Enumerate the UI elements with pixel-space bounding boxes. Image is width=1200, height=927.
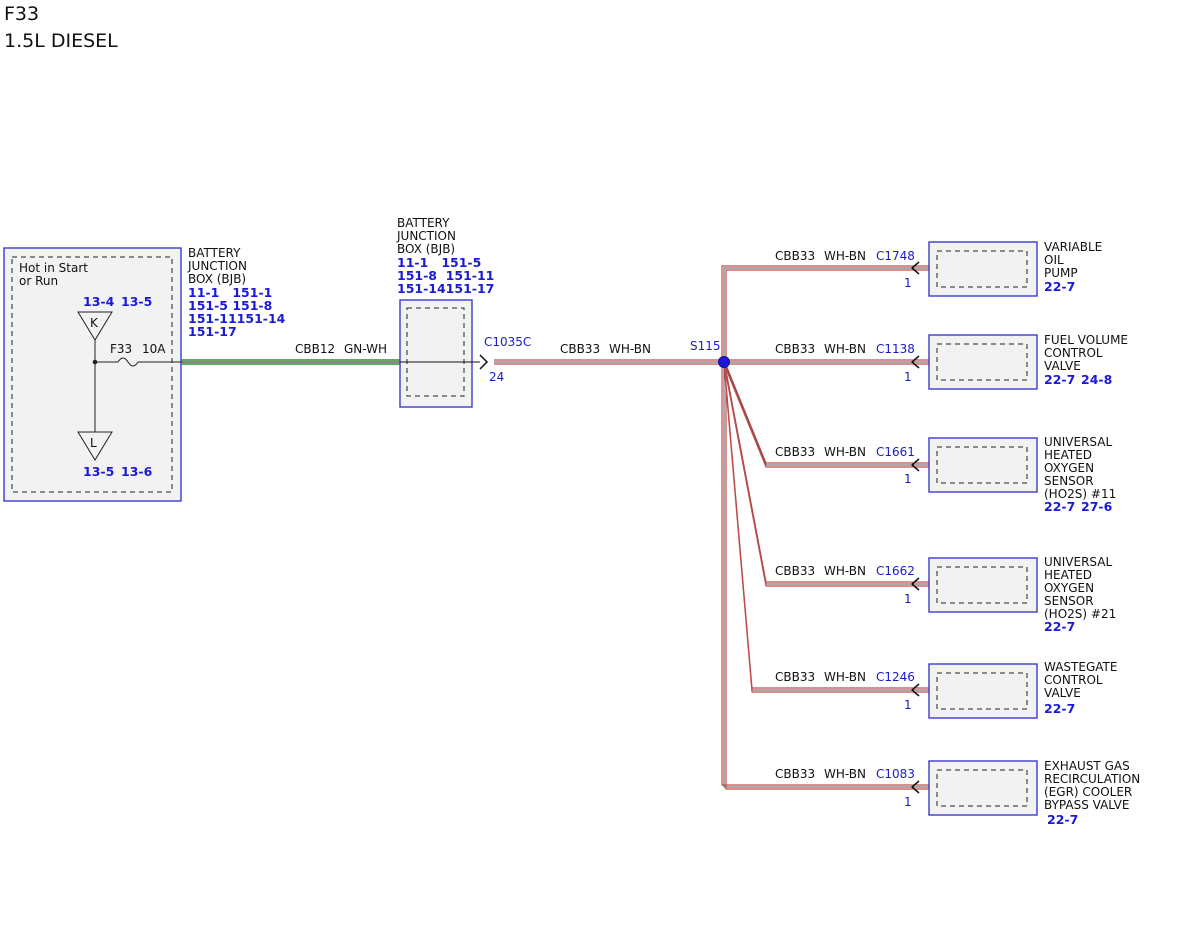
component-ref-2: 24-8 <box>1081 372 1112 387</box>
bjb-left-name-1: BATTERY <box>188 246 241 260</box>
bjb-mid-name-3: BOX (BJB) <box>397 242 455 256</box>
source-ref-top-2: 13-5 <box>121 294 152 309</box>
branch-circuit: CBB33 <box>775 342 815 356</box>
component-name-3: PUMP <box>1044 266 1078 280</box>
component-name-3: VALVE <box>1044 359 1081 373</box>
source-label-line-1: Hot in Start <box>19 261 88 275</box>
bjb-left-name-2: JUNCTION <box>187 259 247 273</box>
branch-circuit: CBB33 <box>775 445 815 459</box>
component-box <box>928 437 1038 493</box>
branch-color: WH-BN <box>824 767 866 781</box>
fuse-label: F33 <box>110 342 132 356</box>
branch-circuit: CBB33 <box>775 767 815 781</box>
branch-c1246: CBB33 WH-BN C1246 1 WASTEGATE CONTROL VA… <box>775 660 1117 719</box>
component-name-3: OXYGEN <box>1044 581 1094 595</box>
component-name-1: UNIVERSAL <box>1044 435 1112 449</box>
component-ref-1: 22-7 <box>1047 812 1078 827</box>
bjb-mid-pin: 24 <box>489 370 504 384</box>
wiring-diagram: F33 1.5L DIESEL Hot in Start or Run 13-4… <box>3 3 1140 827</box>
branch-connector: C1748 <box>876 249 915 263</box>
bjb-left-name-3: BOX (BJB) <box>188 272 246 286</box>
branch-color: WH-BN <box>824 564 866 578</box>
component-box <box>928 334 1038 390</box>
component-ref-1: 22-7 <box>1044 279 1075 294</box>
branch-pin: 1 <box>904 795 912 809</box>
component-name-1: UNIVERSAL <box>1044 555 1112 569</box>
component-name-1: FUEL VOLUME <box>1044 333 1128 347</box>
branch-connector: C1661 <box>876 445 915 459</box>
title-line-2: 1.5L DIESEL <box>4 30 118 52</box>
branch-connector: C1246 <box>876 670 915 684</box>
component-box <box>928 557 1038 613</box>
bjb-left-label: BATTERY JUNCTION BOX (BJB) 11-1 151-1 15… <box>187 246 286 339</box>
fuse-rating: 10A <box>142 342 166 356</box>
bjb-mid-name-2: JUNCTION <box>396 229 456 243</box>
branch-pin: 1 <box>904 472 912 486</box>
branch-pin: 1 <box>904 698 912 712</box>
wire-a-circuit: CBB12 <box>295 342 335 356</box>
source-ref-bottom-1: 13-5 <box>83 464 114 479</box>
component-name-2: HEATED <box>1044 568 1092 582</box>
bjb-mid-name-1: BATTERY <box>397 216 450 230</box>
branch-circuit: CBB33 <box>775 670 815 684</box>
component-name-2: RECIRCULATION <box>1044 772 1140 786</box>
component-name-2: CONTROL <box>1044 673 1103 687</box>
component-name-4: SENSOR <box>1044 474 1094 488</box>
component-ref-1: 22-7 <box>1044 619 1075 634</box>
source-ref-bottom-2: 13-6 <box>121 464 153 479</box>
wire-a-color: GN-WH <box>344 342 387 356</box>
branch-pin: 1 <box>904 592 912 606</box>
branch-connector: C1138 <box>876 342 915 356</box>
branch-color: WH-BN <box>824 342 866 356</box>
wire-b-circuit: CBB33 <box>560 342 600 356</box>
bjb-mid-ref-3: 151-14151-17 <box>397 281 494 296</box>
component-name-4: SENSOR <box>1044 594 1094 608</box>
branch-c1661: CBB33 WH-BN C1661 1 UNIVERSAL HEATED OXY… <box>775 435 1116 514</box>
component-name-3: OXYGEN <box>1044 461 1094 475</box>
component-name-4: BYPASS VALVE <box>1044 798 1129 812</box>
wire-cbb12: CBB12 GN-WH <box>181 342 400 365</box>
relay-k-label: K <box>90 316 99 330</box>
component-name-2: HEATED <box>1044 448 1092 462</box>
bjb-left-ref-4: 151-17 <box>188 324 237 339</box>
component-name-2: OIL <box>1044 253 1064 267</box>
component-name-1: WASTEGATE <box>1044 660 1117 674</box>
component-name-2: CONTROL <box>1044 346 1103 360</box>
branch-connector: C1083 <box>876 767 915 781</box>
component-box <box>928 241 1038 297</box>
branch-c1662: CBB33 WH-BN C1662 1 UNIVERSAL HEATED OXY… <box>775 555 1116 634</box>
connector-arrow-c1035c <box>479 354 489 370</box>
branch-color: WH-BN <box>824 445 866 459</box>
component-box <box>928 663 1038 719</box>
splice-label: S115 <box>690 339 721 353</box>
component-name-3: VALVE <box>1044 686 1081 700</box>
branch-pin: 1 <box>904 370 912 384</box>
branch-color: WH-BN <box>824 249 866 263</box>
source-box: Hot in Start or Run 13-4 13-5 K L 13-5 1… <box>3 247 182 502</box>
component-ref-1: 22-7 <box>1044 372 1075 387</box>
bjb-middle: BATTERY JUNCTION BOX (BJB) 11-1 151-5 15… <box>396 216 531 408</box>
component-ref-1: 22-7 <box>1044 499 1075 514</box>
branch-c1083: CBB33 WH-BN C1083 1 EXHAUST GAS RECIRCUL… <box>775 759 1140 827</box>
component-box <box>928 760 1038 816</box>
component-ref-2: 27-6 <box>1081 499 1113 514</box>
branch-pin: 1 <box>904 276 912 290</box>
source-ref-top-1: 13-4 <box>83 294 115 309</box>
branch-connector: C1662 <box>876 564 915 578</box>
splice-dot <box>718 356 730 368</box>
component-name-3: (EGR) COOLER <box>1044 785 1132 799</box>
relay-l-label: L <box>90 436 97 450</box>
branch-c1138: CBB33 WH-BN C1138 1 FUEL VOLUME CONTROL … <box>775 333 1128 390</box>
component-name-1: VARIABLE <box>1044 240 1102 254</box>
branch-circuit: CBB33 <box>775 564 815 578</box>
component-ref-1: 22-7 <box>1044 701 1075 716</box>
bjb-mid-connector: C1035C <box>484 335 531 349</box>
branch-color: WH-BN <box>824 670 866 684</box>
component-name-1: EXHAUST GAS <box>1044 759 1130 773</box>
source-label-line-2: or Run <box>19 274 58 288</box>
wire-b-color: WH-BN <box>609 342 651 356</box>
title-line-1: F33 <box>4 3 39 25</box>
branch-circuit: CBB33 <box>775 249 815 263</box>
